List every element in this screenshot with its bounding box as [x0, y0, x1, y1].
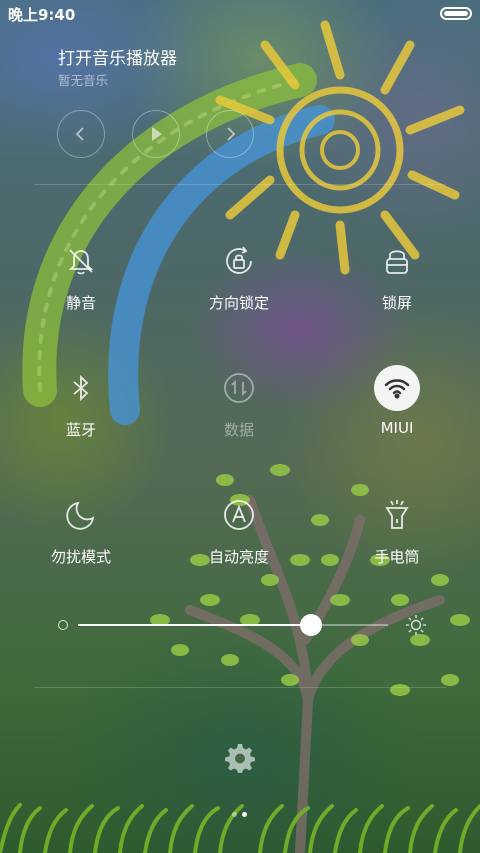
bluetooth-icon [73, 374, 89, 402]
toggle-label: 手电筒 [374, 548, 420, 566]
lock-icon [386, 250, 408, 274]
toggle-rotation-lock[interactable]: 方向锁定 [179, 238, 299, 313]
brightness-thumb[interactable] [299, 614, 322, 636]
auto-brightness-icon [224, 500, 254, 530]
flashlight-icon [385, 500, 409, 529]
toggle-label: 勿扰模式 [50, 548, 111, 566]
battery-icon [440, 7, 472, 20]
toggle-bluetooth[interactable]: 蓝牙 [21, 365, 141, 440]
rotation-lock-icon [226, 246, 252, 274]
page-indicator [230, 812, 250, 818]
brightness-low-icon [58, 620, 68, 630]
toggle-label: 蓝牙 [65, 421, 96, 439]
toggle-label: 数据 [223, 421, 254, 439]
next-track-button[interactable] [206, 110, 254, 158]
toggle-auto-brightness[interactable]: 自动亮度 [179, 492, 299, 567]
music-player-title[interactable]: 打开音乐播放器 [58, 44, 177, 69]
toggle-label: 方向锁定 [208, 294, 269, 312]
brightness-high-icon [406, 615, 426, 635]
play-icon [152, 127, 162, 141]
bell-muted-icon [68, 249, 94, 275]
toggle-flashlight[interactable]: 手电筒 [337, 492, 457, 567]
previous-track-button[interactable] [57, 110, 105, 158]
brightness-slider[interactable] [54, 610, 430, 640]
toggle-lock-screen[interactable]: 锁屏 [337, 238, 457, 313]
status-bar: 晚上9:40 [0, 0, 480, 28]
moon-icon [66, 501, 95, 530]
brightness-track[interactable] [78, 614, 388, 636]
toggle-wifi[interactable]: MIUI [337, 365, 457, 437]
status-time: 晚上9:40 [8, 6, 76, 24]
music-player-subtitle: 暂无音乐 [58, 73, 109, 88]
brightness-fill [78, 624, 311, 626]
toggle-label: 自动亮度 [208, 548, 269, 566]
chevron-right-icon [227, 127, 236, 141]
play-button[interactable] [132, 110, 180, 158]
toggle-label: 锁屏 [381, 294, 412, 312]
toggle-label: 静音 [65, 294, 96, 312]
page-dot-active[interactable] [242, 812, 247, 817]
toggle-label: MIUI [380, 419, 414, 437]
toggle-mobile-data[interactable]: 数据 [179, 365, 299, 440]
chevron-left-icon [75, 127, 84, 141]
wifi-icon [384, 379, 410, 399]
settings-gear-icon[interactable] [224, 742, 256, 774]
toggle-do-not-disturb[interactable]: 勿扰模式 [21, 492, 141, 567]
divider [34, 687, 446, 688]
mobile-data-icon [224, 373, 254, 403]
toggle-mute[interactable]: 静音 [21, 238, 141, 313]
divider [34, 184, 446, 185]
page-dot[interactable] [232, 812, 237, 817]
